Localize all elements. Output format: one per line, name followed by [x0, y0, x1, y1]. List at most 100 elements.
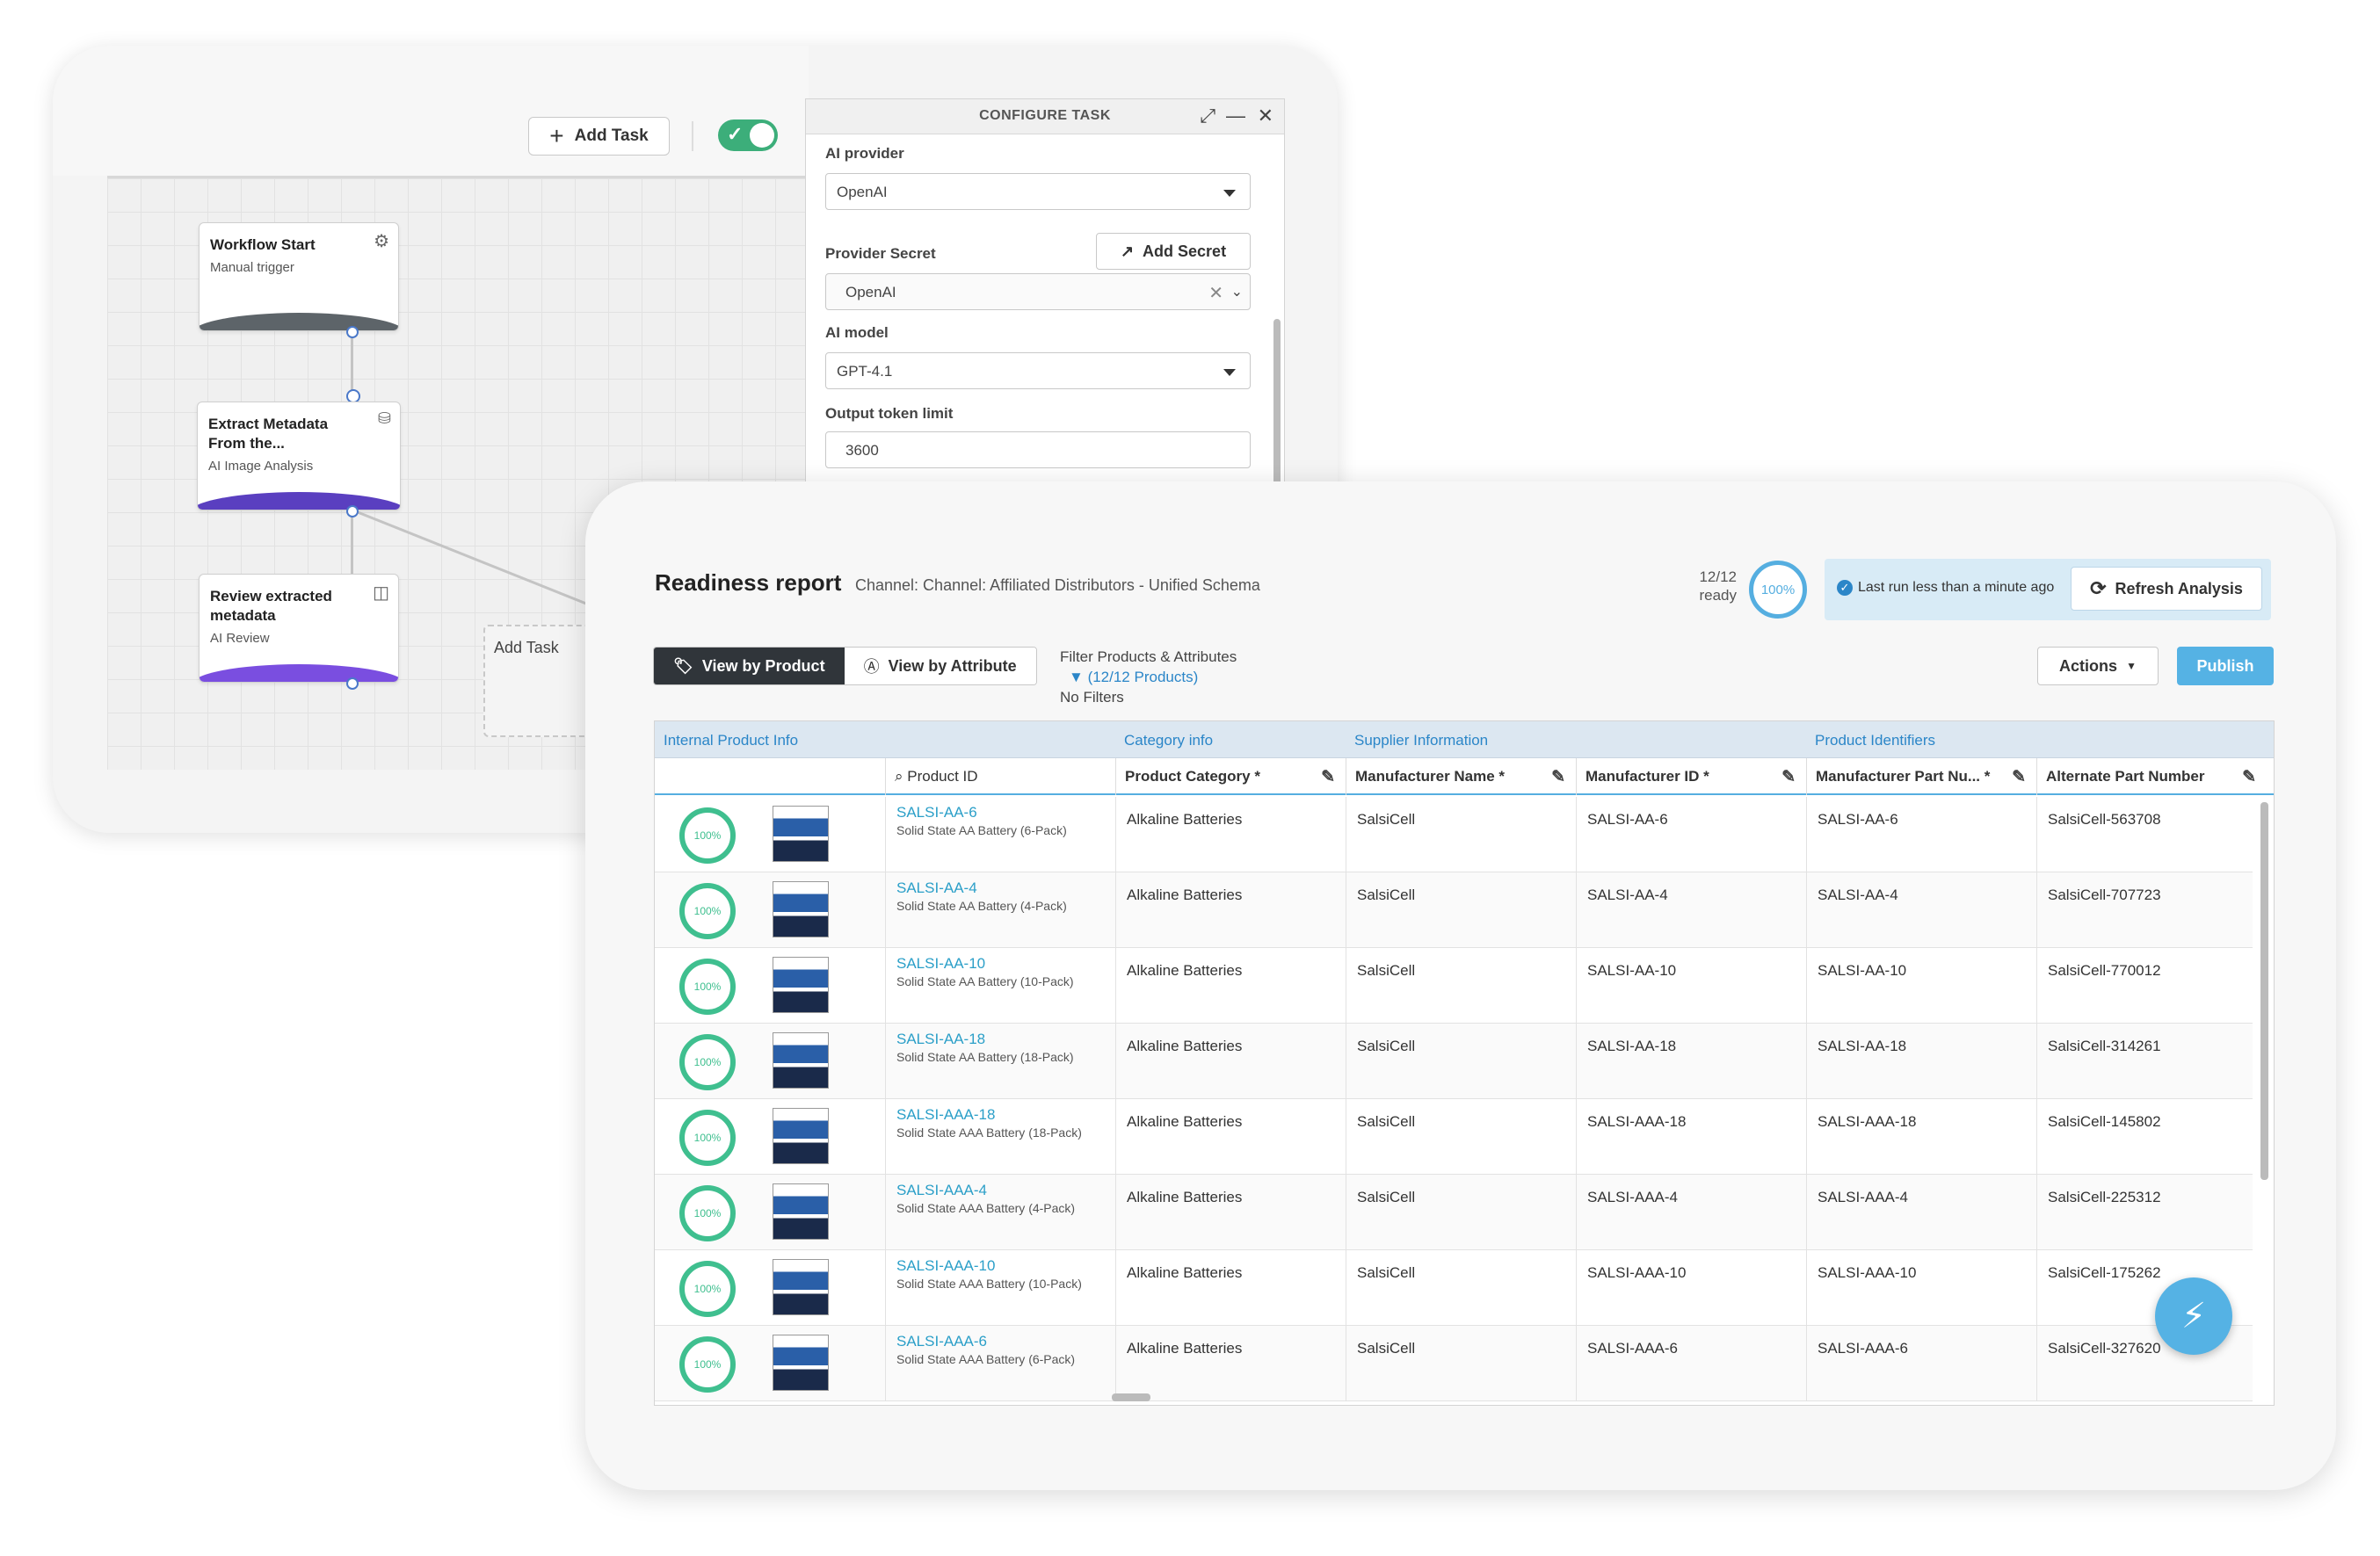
product-id-link[interactable]: SALSI-AAA-18 [896, 1106, 995, 1124]
category-cell[interactable]: Alkaline Batteries [1115, 872, 1346, 948]
filter-link[interactable]: ▼ (12/12 Products) [1060, 667, 1237, 687]
manufacturer-name-cell[interactable]: SalsiCell [1346, 948, 1576, 1024]
chevron-down-icon[interactable]: ⌄ [1231, 283, 1243, 300]
publish-button[interactable]: Publish [2177, 647, 2274, 685]
quick-action-button[interactable]: ⚡︎ [2155, 1277, 2232, 1355]
alternate-part-cell[interactable]: SalsiCell-707723 [2036, 872, 2267, 948]
alternate-part-cell[interactable]: SalsiCell-145802 [2036, 1099, 2267, 1175]
table-row[interactable]: 100% SALSI-AAA-10 Solid State AAA Batter… [655, 1250, 2253, 1326]
product-thumbnail[interactable] [773, 1335, 829, 1391]
manufacturer-id-cell[interactable]: SALSI-AA-10 [1576, 948, 1806, 1024]
manufacturer-name-cell[interactable]: SalsiCell [1346, 1250, 1576, 1326]
refresh-analysis-button[interactable]: ⟳ Refresh Analysis [2071, 567, 2262, 611]
product-thumbnail[interactable] [773, 1259, 829, 1315]
table-row[interactable]: 100% SALSI-AAA-6 Solid State AAA Battery… [655, 1326, 2253, 1401]
header-manufacturer-id[interactable]: Manufacturer ID * ✎ [1576, 758, 1806, 795]
manufacturer-id-cell[interactable]: SALSI-AA-18 [1576, 1024, 1806, 1099]
product-id-link[interactable]: SALSI-AAA-4 [896, 1182, 987, 1199]
manufacturer-id-cell[interactable]: SALSI-AAA-10 [1576, 1250, 1806, 1326]
node-port[interactable] [346, 326, 359, 338]
manufacturer-name-cell[interactable]: SalsiCell [1346, 1175, 1576, 1250]
add-task-button[interactable]: + Add Task [528, 117, 670, 156]
header-manufacturer-part-number[interactable]: Manufacturer Part Nu... * ✎ [1806, 758, 2036, 795]
product-id-link[interactable]: SALSI-AA-18 [896, 1031, 985, 1048]
category-cell[interactable]: Alkaline Batteries [1115, 1326, 1346, 1401]
token-limit-input[interactable]: 3600 [825, 431, 1251, 468]
manufacturer-name-cell[interactable]: SalsiCell [1346, 872, 1576, 948]
extract-metadata-node[interactable]: Extract Metadata From the... AI Image An… [197, 402, 401, 510]
header-manufacturer-name[interactable]: Manufacturer Name * ✎ [1346, 758, 1576, 795]
part-number-cell[interactable]: SALSI-AA-18 [1806, 1024, 2036, 1099]
part-number-cell[interactable]: SALSI-AA-10 [1806, 948, 2036, 1024]
part-number-cell[interactable]: SALSI-AAA-4 [1806, 1175, 2036, 1250]
part-number-cell[interactable]: SALSI-AA-6 [1806, 797, 2036, 872]
product-id-link[interactable]: SALSI-AA-4 [896, 879, 977, 897]
category-cell[interactable]: Alkaline Batteries [1115, 1024, 1346, 1099]
edit-icon[interactable]: ✎ [1551, 767, 1565, 787]
table-row[interactable]: 100% SALSI-AA-18 Solid State AA Battery … [655, 1024, 2253, 1099]
manufacturer-id-cell[interactable]: SALSI-AAA-6 [1576, 1326, 1806, 1401]
part-number-cell[interactable]: SALSI-AAA-10 [1806, 1250, 2036, 1326]
workflow-start-node[interactable]: Workflow Start Manual trigger ⚙ [199, 222, 399, 331]
part-number-cell[interactable]: SALSI-AAA-6 [1806, 1326, 2036, 1401]
table-row[interactable]: 100% SALSI-AA-10 Solid State AA Battery … [655, 948, 2253, 1024]
vertical-scrollbar[interactable] [2260, 802, 2268, 1180]
manufacturer-id-cell[interactable]: SALSI-AAA-4 [1576, 1175, 1806, 1250]
manufacturer-id-cell[interactable]: SALSI-AA-6 [1576, 797, 1806, 872]
alternate-part-cell[interactable]: SalsiCell-563708 [2036, 797, 2267, 872]
edit-icon[interactable]: ✎ [2242, 767, 2256, 787]
add-secret-button[interactable]: ↗ Add Secret [1096, 233, 1251, 270]
gear-icon[interactable]: ⚙ [374, 230, 389, 252]
product-id-link[interactable]: SALSI-AAA-10 [896, 1257, 995, 1275]
product-thumbnail[interactable] [773, 881, 829, 937]
horizontal-scrollbar[interactable] [1112, 1393, 1150, 1401]
table-row[interactable]: 100% SALSI-AAA-4 Solid State AAA Battery… [655, 1175, 2253, 1250]
alternate-part-cell[interactable]: SalsiCell-225312 [2036, 1175, 2267, 1250]
alternate-part-cell[interactable]: SalsiCell-770012 [2036, 948, 2267, 1024]
category-cell[interactable]: Alkaline Batteries [1115, 1175, 1346, 1250]
view-by-product-button[interactable]: 🏷︎ View by Product [654, 648, 845, 684]
manufacturer-name-cell[interactable]: SalsiCell [1346, 1024, 1576, 1099]
product-id-link[interactable]: SALSI-AAA-6 [896, 1333, 987, 1350]
secret-select[interactable]: OpenAI ✕ ⌄ [825, 273, 1251, 310]
alternate-part-cell[interactable]: SalsiCell-327620 [2036, 1326, 2267, 1401]
expand-icon[interactable]: ⤢ [1200, 105, 1215, 127]
table-row[interactable]: 100% SALSI-AA-6 Solid State AA Battery (… [655, 797, 2253, 872]
node-port[interactable] [346, 677, 359, 690]
actions-button[interactable]: Actions ▼ [2037, 647, 2159, 685]
clear-icon[interactable]: ✕ [1208, 282, 1223, 304]
header-product-category[interactable]: Product Category * ✎ [1115, 758, 1346, 795]
workflow-toggle[interactable]: ✓ [718, 119, 778, 151]
manufacturer-name-cell[interactable]: SalsiCell [1346, 1099, 1576, 1175]
edit-icon[interactable]: ✎ [1781, 767, 1796, 787]
category-cell[interactable]: Alkaline Batteries [1115, 1099, 1346, 1175]
category-cell[interactable]: Alkaline Batteries [1115, 948, 1346, 1024]
manufacturer-id-cell[interactable]: SALSI-AA-4 [1576, 872, 1806, 948]
category-cell[interactable]: Alkaline Batteries [1115, 797, 1346, 872]
edit-icon[interactable]: ✎ [2012, 767, 2026, 787]
part-number-cell[interactable]: SALSI-AA-4 [1806, 872, 2036, 948]
manufacturer-name-cell[interactable]: SalsiCell [1346, 797, 1576, 872]
product-id-link[interactable]: SALSI-AA-10 [896, 955, 985, 973]
model-select[interactable]: GPT-4.1 [825, 352, 1251, 389]
product-id-link[interactable]: SALSI-AA-6 [896, 804, 977, 821]
view-by-attribute-button[interactable]: Ⓐ View by Attribute [844, 648, 1036, 684]
manufacturer-id-cell[interactable]: SALSI-AAA-18 [1576, 1099, 1806, 1175]
product-thumbnail[interactable] [773, 806, 829, 862]
review-metadata-node[interactable]: Review extracted metadata AI Review ◫ [199, 574, 399, 683]
part-number-cell[interactable]: SALSI-AAA-18 [1806, 1099, 2036, 1175]
provider-select[interactable]: OpenAI [825, 173, 1251, 210]
close-icon[interactable]: ✕ [1258, 105, 1273, 127]
alternate-part-cell[interactable]: SalsiCell-314261 [2036, 1024, 2267, 1099]
product-thumbnail[interactable] [773, 1032, 829, 1089]
header-alternate-part-number[interactable]: Alternate Part Number ✎ [2036, 758, 2267, 795]
product-thumbnail[interactable] [773, 957, 829, 1013]
product-thumbnail[interactable] [773, 1183, 829, 1240]
node-port[interactable] [346, 505, 359, 517]
product-thumbnail[interactable] [773, 1108, 829, 1164]
table-row[interactable]: 100% SALSI-AA-4 Solid State AA Battery (… [655, 872, 2253, 948]
minimize-icon[interactable]: — [1226, 105, 1245, 127]
manufacturer-name-cell[interactable]: SalsiCell [1346, 1326, 1576, 1401]
edit-icon[interactable]: ✎ [1321, 767, 1335, 787]
table-row[interactable]: 100% SALSI-AAA-18 Solid State AAA Batter… [655, 1099, 2253, 1175]
